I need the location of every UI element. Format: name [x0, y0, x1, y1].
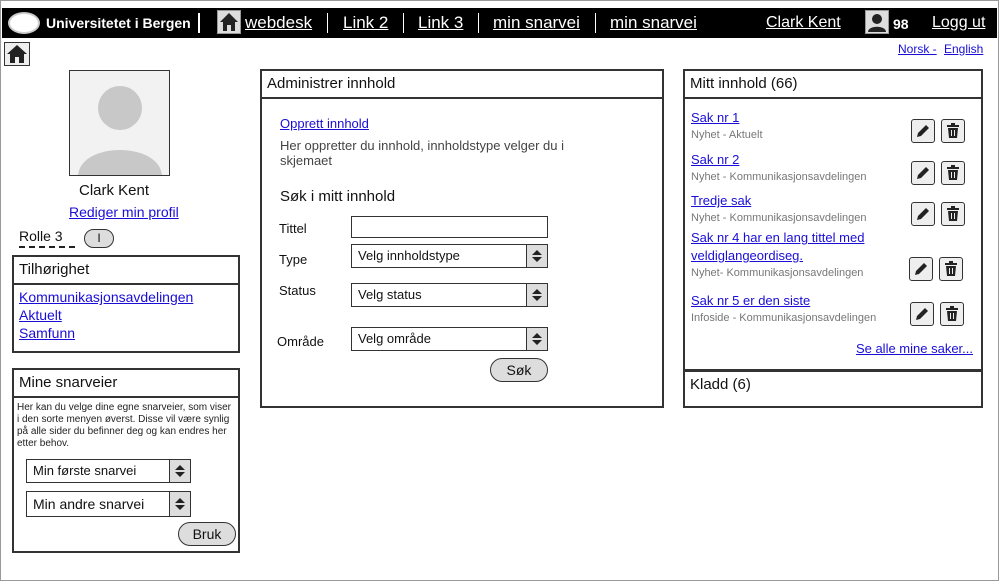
- type-select-value: Velg innholdstype: [358, 248, 460, 263]
- notification-count: 98: [893, 16, 909, 32]
- edit-pencil-icon[interactable]: [909, 257, 933, 281]
- drafts-panel[interactable]: Kladd (6): [683, 370, 983, 408]
- manage-content-panel: Administrer innhold Opprett innhold Her …: [260, 69, 664, 408]
- type-select[interactable]: Velg innholdstype: [351, 244, 548, 268]
- area-label: Område: [277, 334, 324, 349]
- affiliation-link[interactable]: Kommunikasjonsavdelingen: [19, 289, 193, 305]
- role-label: Rolle 3: [19, 228, 75, 248]
- nav-link-2[interactable]: Link 2: [343, 13, 388, 33]
- trash-icon[interactable]: [940, 302, 964, 326]
- manage-content-title: Administrer innhold: [262, 71, 662, 99]
- search-button[interactable]: Søk: [490, 358, 548, 382]
- edit-pencil-icon[interactable]: [910, 302, 934, 326]
- affiliation-panel: Tilhørighet Kommunikasjonsavdelingen Akt…: [12, 255, 240, 353]
- nav-separator: [198, 13, 200, 33]
- affiliation-title: Tilhørighet: [14, 257, 238, 285]
- select-arrows-icon: [169, 460, 190, 482]
- user-icon[interactable]: [865, 10, 889, 34]
- nav-link-shortcut-1[interactable]: min snarvei: [493, 13, 580, 33]
- edit-pencil-icon[interactable]: [911, 161, 935, 185]
- edit-pencil-icon[interactable]: [911, 202, 935, 226]
- my-content-title: Mitt innhold (66): [685, 71, 981, 99]
- select-arrows-icon: [526, 328, 547, 350]
- create-content-link[interactable]: Opprett innhold: [280, 116, 369, 131]
- trash-icon[interactable]: [941, 202, 965, 226]
- content-item-link[interactable]: Sak nr 4 har en lang tittel med veldigla…: [691, 230, 864, 263]
- title-label: Tittel: [279, 221, 307, 236]
- shortcuts-description: Her kan du velge dine egne snarveier, so…: [17, 402, 232, 449]
- list-item: Sak nr 1 Nyhet - Aktuelt: [691, 109, 763, 141]
- list-item: Sak nr 5 er den siste Infoside - Kommuni…: [691, 292, 876, 324]
- status-select[interactable]: Velg status: [351, 283, 548, 307]
- search-section-title: Søk i mitt innhold: [280, 188, 396, 205]
- university-name: Universitetet i Bergen: [46, 15, 191, 31]
- content-item-meta: Nyhet - Kommunikasjonsavdelingen: [691, 212, 867, 224]
- status-label: Status: [279, 283, 316, 298]
- nav-separator: [595, 13, 596, 33]
- create-content-description: Her oppretter du innhold, innholdstype v…: [280, 138, 565, 168]
- content-item-link[interactable]: Tredje sak: [691, 193, 751, 208]
- shortcut-select-2[interactable]: Min andre snarvei: [26, 491, 191, 517]
- home-icon[interactable]: [4, 42, 30, 66]
- shortcuts-panel: Mine snarveier Her kan du velge dine egn…: [12, 368, 240, 553]
- nav-link-shortcut-2[interactable]: min snarvei: [610, 13, 697, 33]
- home-icon[interactable]: [217, 10, 241, 34]
- my-content-panel: Mitt innhold (66) Sak nr 1 Nyhet - Aktue…: [683, 69, 983, 371]
- content-item-link[interactable]: Sak nr 1: [691, 110, 739, 125]
- area-select-value: Velg område: [358, 331, 431, 346]
- list-item: Tredje sak Nyhet - Kommunikasjonsavdelin…: [691, 192, 866, 224]
- role-toggle-button[interactable]: I: [84, 229, 114, 248]
- see-all-link[interactable]: Se alle mine saker...: [856, 341, 973, 356]
- nav-separator: [327, 13, 328, 33]
- nav-link-webdesk[interactable]: webdesk: [245, 13, 312, 33]
- shortcut-select-1[interactable]: Min første snarvei: [26, 459, 191, 483]
- content-item-meta: Nyhet- Kommunikasjonsavdelingen: [691, 267, 864, 279]
- select-arrows-icon: [526, 245, 547, 267]
- edit-pencil-icon[interactable]: [911, 119, 935, 143]
- lang-norsk-link[interactable]: Norsk -: [898, 42, 937, 56]
- select-arrows-icon: [169, 492, 190, 516]
- lang-english-link[interactable]: English: [944, 42, 983, 56]
- affiliation-link[interactable]: Aktuelt: [19, 307, 62, 323]
- trash-icon[interactable]: [939, 257, 963, 281]
- edit-profile-link[interactable]: Rediger min profil: [69, 204, 179, 220]
- affiliation-link[interactable]: Samfunn: [19, 325, 75, 341]
- content-item-link[interactable]: Sak nr 2: [691, 152, 739, 167]
- nav-separator: [403, 13, 404, 33]
- trash-icon[interactable]: [941, 161, 965, 185]
- shortcut-select-1-value: Min første snarvei: [33, 463, 137, 478]
- list-item: Sak nr 2 Nyhet - Kommunikasjonsavdelinge…: [691, 151, 866, 183]
- nav-separator: [478, 13, 479, 33]
- apply-button[interactable]: Bruk: [178, 522, 236, 546]
- content-item-meta: Nyhet - Aktuelt: [691, 129, 763, 141]
- logout-link[interactable]: Logg ut: [932, 14, 985, 32]
- university-logo[interactable]: [8, 12, 40, 34]
- shortcut-select-2-value: Min andre snarvei: [33, 496, 145, 512]
- area-select[interactable]: Velg område: [351, 327, 548, 351]
- profile-name: Clark Kent: [79, 182, 150, 199]
- type-label: Type: [279, 252, 308, 267]
- title-input[interactable]: [351, 216, 548, 238]
- list-item: Sak nr 4 har en lang tittel med veldigla…: [691, 229, 896, 279]
- avatar: [69, 70, 170, 176]
- shortcuts-title: Mine snarveier: [14, 370, 238, 398]
- drafts-title: Kladd (6): [690, 376, 751, 393]
- user-name-link[interactable]: Clark Kent: [766, 14, 841, 32]
- top-navigation-bar: Universitetet i Bergen webdesk Link 2 Li…: [2, 8, 997, 38]
- trash-icon[interactable]: [941, 119, 965, 143]
- select-arrows-icon: [526, 284, 547, 306]
- content-item-meta: Infoside - Kommunikasjonsavdelingen: [691, 312, 877, 324]
- status-select-value: Velg status: [358, 287, 422, 302]
- nav-link-3[interactable]: Link 3: [418, 13, 463, 33]
- content-item-meta: Nyhet - Kommunikasjonsavdelingen: [691, 171, 867, 183]
- content-item-link[interactable]: Sak nr 5 er den siste: [691, 293, 810, 308]
